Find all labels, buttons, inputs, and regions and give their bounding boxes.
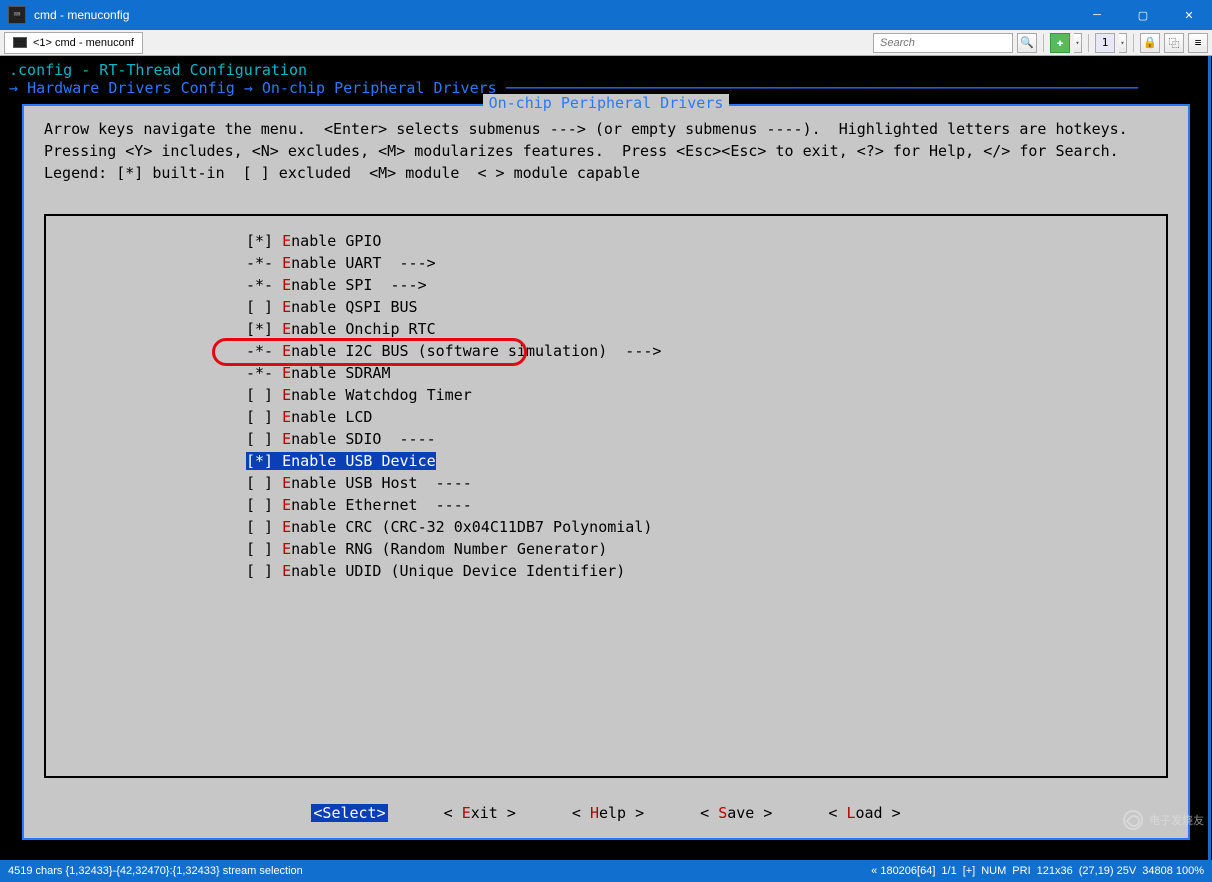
app-icon: ⌨: [8, 6, 26, 24]
menu-option[interactable]: -*- Enable SPI --->: [46, 274, 1166, 296]
status-bar: 4519 chars {1,32433}-{42,32470}:{1,32433…: [0, 860, 1212, 882]
menu-option[interactable]: [ ] Enable Ethernet ----: [46, 494, 1166, 516]
menu-button[interactable]: < Load >: [828, 804, 900, 822]
minimize-button[interactable]: ─: [1074, 0, 1120, 30]
menu-option[interactable]: [ ] Enable CRC (CRC-32 0x04C11DB7 Polyno…: [46, 516, 1166, 538]
window-dropdown[interactable]: ▾: [1119, 33, 1127, 53]
status-r4: NUM: [981, 865, 1006, 877]
menu-help-text: Arrow keys navigate the menu. <Enter> se…: [24, 106, 1188, 188]
menu-option[interactable]: [ ] Enable QSPI BUS: [46, 296, 1166, 318]
menu-title: On-chip Peripheral Drivers: [483, 94, 730, 112]
terminal[interactable]: .config - RT-Thread Configuration → Hard…: [0, 56, 1212, 860]
window-title: cmd - menuconfig: [34, 8, 1074, 22]
menu-option[interactable]: [*] Enable USB Device: [46, 450, 1166, 472]
config-line: .config - RT-Thread Configuration: [3, 59, 1209, 79]
status-r7: (27,19) 25V: [1079, 865, 1136, 877]
maximize-button[interactable]: ▢: [1120, 0, 1166, 30]
lock-icon[interactable]: 🔒: [1140, 33, 1160, 53]
menu-option[interactable]: [ ] Enable USB Host ----: [46, 472, 1166, 494]
menu-button[interactable]: < Save >: [700, 804, 772, 822]
toolbar: <1> cmd - menuconf 🔍 ✚ ▾ 1 ▾ 🔒 ⿻ ≡: [0, 30, 1212, 56]
menu-button[interactable]: <Select>: [311, 804, 387, 822]
panel-shadow: [30, 840, 1198, 848]
menu-option[interactable]: [ ] Enable SDIO ----: [46, 428, 1166, 450]
watermark-text: 电子发烧友: [1149, 812, 1204, 828]
menu-option[interactable]: [ ] Enable LCD: [46, 406, 1166, 428]
menu-option[interactable]: [ ] Enable RNG (Random Number Generator): [46, 538, 1166, 560]
status-r8: 34808 100%: [1142, 865, 1204, 877]
new-tab-dropdown[interactable]: ▾: [1074, 33, 1082, 53]
menu-button[interactable]: < Help >: [572, 804, 644, 822]
status-r1: « 180206[64]: [871, 865, 935, 877]
menu-button[interactable]: < Exit >: [444, 804, 516, 822]
scrollbar-indicator[interactable]: [1208, 56, 1211, 860]
watermark-logo-icon: [1123, 810, 1143, 830]
menu-option[interactable]: [*] Enable GPIO: [46, 230, 1166, 252]
search-input[interactable]: [873, 33, 1013, 53]
panel-shadow: [1190, 116, 1198, 846]
menu-option[interactable]: [ ] Enable UDID (Unique Device Identifie…: [46, 560, 1166, 582]
status-r2: 1/1: [941, 865, 956, 877]
terminal-icon: [13, 37, 27, 48]
menu-button[interactable]: ≡: [1188, 33, 1208, 53]
menu-option[interactable]: [*] Enable Onchip RTC: [46, 318, 1166, 340]
status-left: 4519 chars {1,32433}-{42,32470}:{1,32433…: [8, 865, 303, 877]
window-number-button[interactable]: 1: [1095, 33, 1115, 53]
window-titlebar: ⌨ cmd - menuconfig ─ ▢ ✕: [0, 0, 1212, 30]
menu-panel: On-chip Peripheral Drivers Arrow keys na…: [22, 104, 1190, 840]
button-bar: <Select> < Exit > < Help > < Save > < Load >: [24, 804, 1188, 822]
copy-button[interactable]: ⿻: [1164, 33, 1184, 53]
menu-option[interactable]: [ ] Enable Watchdog Timer: [46, 384, 1166, 406]
menu-option[interactable]: -*- Enable SDRAM: [46, 362, 1166, 384]
watermark: 电子发烧友: [1123, 810, 1204, 830]
status-r5: PRI: [1012, 865, 1030, 877]
menu-option[interactable]: -*- Enable UART --->: [46, 252, 1166, 274]
tab-label: <1> cmd - menuconf: [33, 37, 134, 49]
menu-option[interactable]: -*- Enable I2C BUS (software simulation)…: [46, 340, 1166, 362]
status-r6: 121x36: [1037, 865, 1073, 877]
search-button[interactable]: 🔍: [1017, 33, 1037, 53]
new-tab-button[interactable]: ✚: [1050, 33, 1070, 53]
breadcrumb-arrow-icon: →: [9, 79, 18, 97]
close-button[interactable]: ✕: [1166, 0, 1212, 30]
status-r3: [+]: [963, 865, 976, 877]
console-tab[interactable]: <1> cmd - menuconf: [4, 32, 143, 54]
options-box: [*] Enable GPIO-*- Enable UART --->-*- E…: [44, 214, 1168, 778]
